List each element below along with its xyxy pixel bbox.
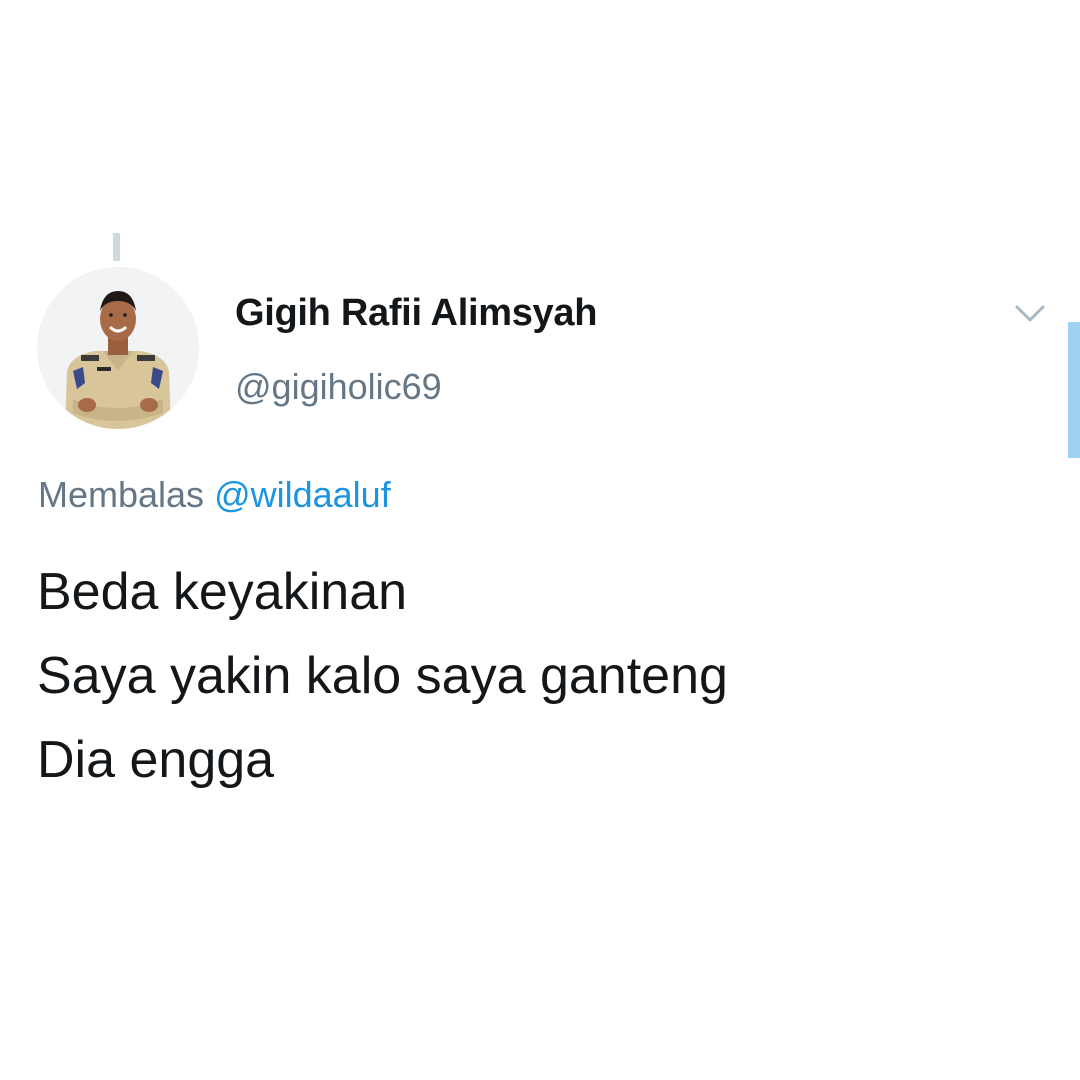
reply-mention-link[interactable]: @wildaaluf [214, 474, 391, 515]
scrollbar[interactable] [1068, 322, 1080, 458]
tweet-text: Beda keyakinan Saya yakin kalo saya gant… [37, 550, 1037, 802]
tweet-line: Saya yakin kalo saya ganteng [37, 647, 728, 705]
reply-context: Membalas @wildaaluf [38, 474, 391, 516]
thread-connector-line [113, 233, 120, 261]
avatar-photo [37, 267, 199, 429]
user-handle[interactable]: @gigiholic69 [235, 366, 442, 408]
chevron-down-icon[interactable] [1012, 300, 1048, 326]
reply-prefix: Membalas [38, 474, 205, 515]
tweet-line: Beda keyakinan [37, 563, 408, 621]
display-name[interactable]: Gigih Rafii Alimsyah [235, 292, 597, 335]
tweet-line: Dia engga [37, 731, 275, 789]
avatar[interactable] [37, 267, 199, 429]
